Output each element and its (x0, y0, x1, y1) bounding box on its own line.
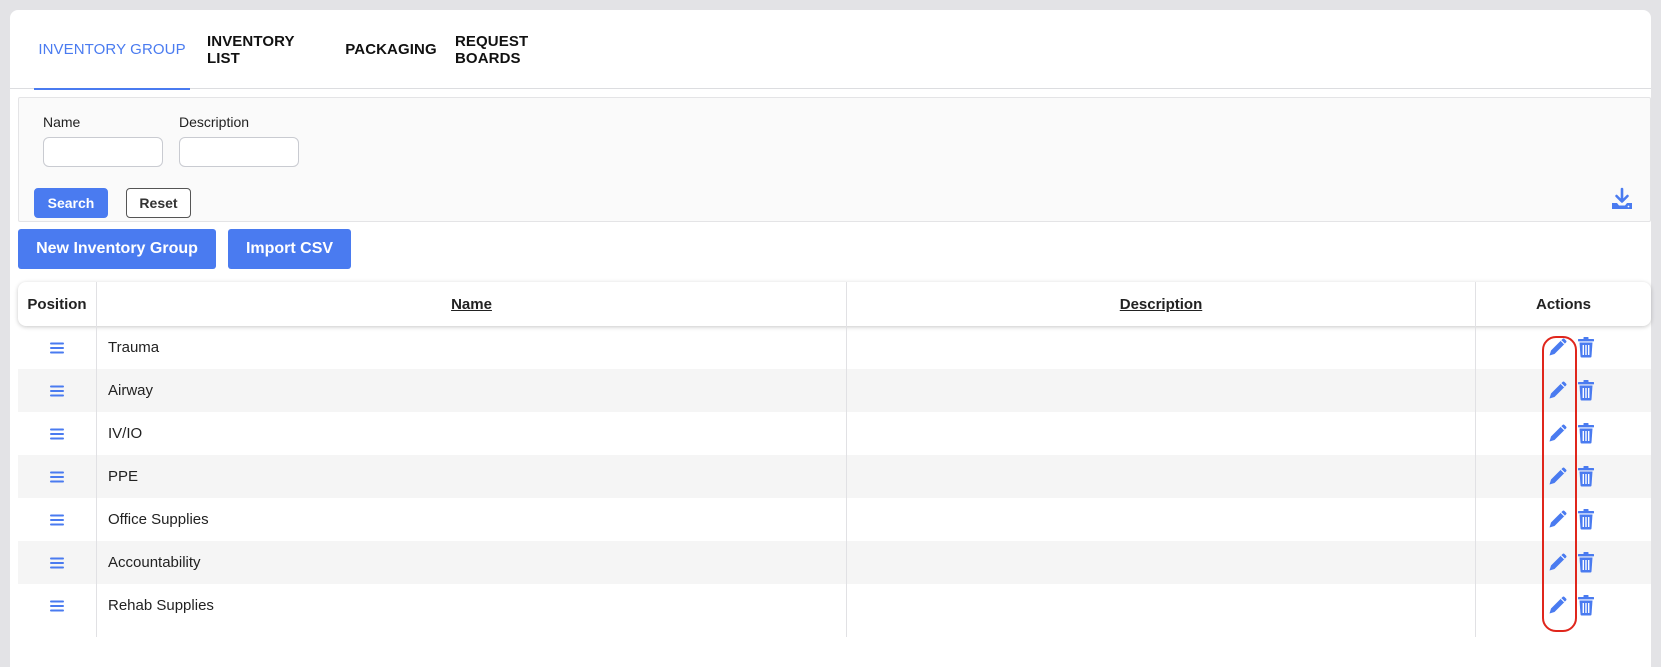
name-filter-label: Name (43, 114, 81, 130)
name-filter-input[interactable] (43, 137, 163, 167)
row-name: Accountability (108, 554, 201, 571)
row-name: Trauma (108, 339, 160, 356)
drag-handle-icon[interactable] (18, 369, 96, 412)
row-name: Airway (108, 382, 154, 399)
table-row: Airway (18, 369, 1651, 412)
drag-handle-icon[interactable] (18, 498, 96, 541)
divider (1475, 326, 1476, 637)
tab-inventory-group[interactable]: INVENTORY GROUP (34, 10, 190, 90)
trash-icon[interactable] (1574, 593, 1598, 617)
description-filter-input[interactable] (179, 137, 299, 167)
table-row: PPE (18, 455, 1651, 498)
tab-inventory-list[interactable]: INVENTORY LIST (207, 10, 327, 89)
drag-handle-icon[interactable] (18, 541, 96, 584)
table-row: IV/IO (18, 412, 1651, 455)
trash-icon[interactable] (1574, 507, 1598, 531)
tab-packaging[interactable]: PACKAGING (344, 10, 438, 89)
main-panel: INVENTORY GROUP INVENTORY LIST PACKAGING… (10, 10, 1651, 667)
download-icon[interactable] (1610, 187, 1634, 211)
trash-icon[interactable] (1574, 335, 1598, 359)
filter-panel: Name Description Search Reset (18, 97, 1651, 222)
search-button[interactable]: Search (34, 188, 108, 218)
row-name: PPE (108, 468, 139, 485)
import-csv-button[interactable]: Import CSV (228, 229, 351, 269)
column-header-actions: Actions (1535, 295, 1591, 313)
actions-highlight-annotation (1542, 336, 1577, 632)
tab-bar: INVENTORY GROUP INVENTORY LIST PACKAGING… (10, 10, 1651, 90)
divider (96, 326, 97, 637)
table-row: Accountability (18, 541, 1651, 584)
drag-handle-icon[interactable] (18, 412, 96, 455)
table-row: Trauma (18, 326, 1651, 369)
drag-handle-icon[interactable] (18, 584, 96, 627)
row-name: Office Supplies (108, 511, 209, 528)
column-header-description[interactable]: Description (847, 282, 1475, 326)
reset-button[interactable]: Reset (126, 188, 191, 218)
trash-icon[interactable] (1574, 421, 1598, 445)
table-row: Office Supplies (18, 498, 1651, 541)
row-name: IV/IO (108, 425, 143, 442)
table-row: Rehab Supplies (18, 584, 1651, 627)
row-name: Rehab Supplies (108, 597, 214, 614)
divider (846, 326, 847, 637)
trash-icon[interactable] (1574, 378, 1598, 402)
new-inventory-group-button[interactable]: New Inventory Group (18, 229, 216, 269)
trash-icon[interactable] (1574, 550, 1598, 574)
description-filter-label: Description (179, 114, 250, 130)
column-header-position: Position (27, 295, 87, 313)
trash-icon[interactable] (1574, 464, 1598, 488)
column-header-name[interactable]: Name (97, 282, 846, 326)
drag-handle-icon[interactable] (18, 455, 96, 498)
drag-handle-icon[interactable] (18, 326, 96, 369)
table-header: Position Name Description Actions (18, 282, 1651, 326)
tab-request-boards[interactable]: REQUEST BOARDS (455, 10, 581, 89)
